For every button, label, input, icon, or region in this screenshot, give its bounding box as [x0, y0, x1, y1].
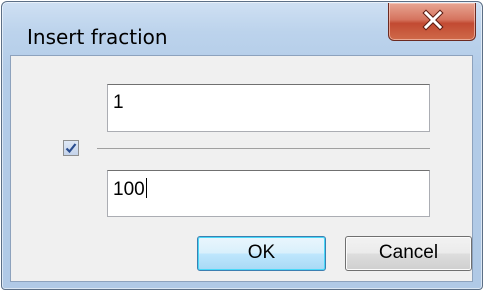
ok-button[interactable]: OK	[197, 236, 326, 271]
denominator-input[interactable]: 100	[107, 170, 430, 217]
dialog-body: 1 100 OK Cancel	[10, 55, 473, 282]
insert-fraction-dialog: Insert fraction 1 100 OK Cancel	[1, 1, 483, 290]
fraction-line-checkbox[interactable]	[63, 140, 79, 156]
text-caret	[145, 178, 147, 198]
denominator-value: 100	[113, 179, 145, 200]
dialog-title: Insert fraction	[27, 25, 168, 49]
check-icon	[65, 143, 77, 154]
close-icon	[422, 9, 444, 31]
close-button[interactable]	[388, 3, 476, 41]
numerator-input[interactable]: 1	[107, 84, 430, 132]
numerator-value: 1	[113, 92, 124, 113]
fraction-line-divider	[97, 148, 430, 149]
cancel-button[interactable]: Cancel	[345, 236, 472, 271]
